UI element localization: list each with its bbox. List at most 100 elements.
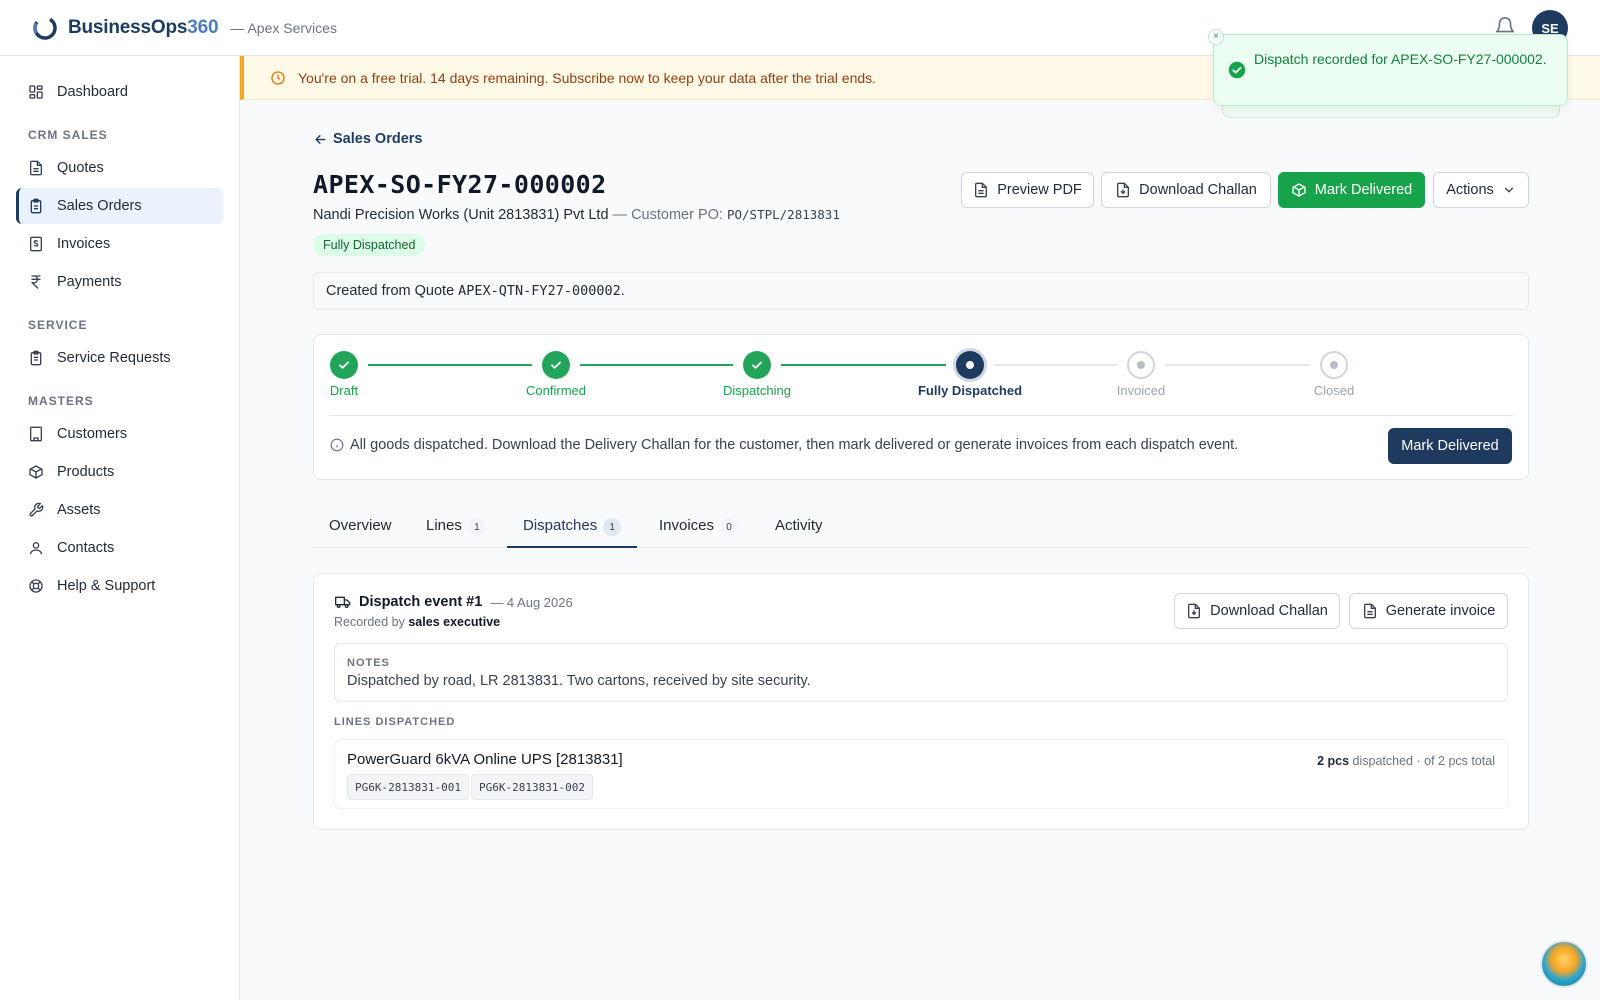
stepper-mark-delivered-button[interactable]: Mark Delivered — [1388, 428, 1512, 464]
stepper-connector — [1165, 364, 1310, 366]
tab-count-badge: 1 — [603, 518, 622, 536]
step-indicator-closed — [1320, 351, 1348, 379]
sidebar-item-label: Contacts — [57, 540, 115, 556]
truck-icon — [335, 596, 351, 608]
customer-po-number: PO/STPL/2813831 — [726, 207, 840, 222]
step-indicator-confirmed — [542, 351, 570, 379]
customer-name[interactable]: Nandi Precision Works (Unit 2813831) Pvt… — [313, 207, 609, 223]
stepper-connector — [781, 364, 946, 366]
sidebar-item-label: Customers — [57, 426, 128, 442]
stepper-connector — [580, 364, 733, 366]
download-challan-button[interactable]: Download Challan — [1101, 172, 1271, 208]
user-icon — [30, 542, 42, 555]
clock-icon — [271, 70, 285, 85]
sidebar-item-payments[interactable]: Payments — [16, 264, 223, 300]
back-to-sales-orders-link[interactable]: Sales Orders — [313, 131, 422, 147]
sidebar-item-invoices[interactable]: Invoices — [16, 226, 223, 262]
dispatch-event-date: — 4 Aug 2026 — [490, 594, 573, 610]
preview-pdf-button[interactable]: Preview PDF — [961, 172, 1094, 208]
dispatch-event-title: Dispatch event #1 — [359, 594, 483, 610]
stepper-info: All goods dispatched. Download the Deliv… — [330, 437, 1238, 453]
wrench-icon — [29, 502, 44, 517]
line-product-name: PowerGuard 6kVA Online UPS [2813831] — [347, 751, 623, 768]
document-icon — [30, 160, 42, 176]
toast-message: Dispatch recorded for APEX-SO-FY27-00000… — [1254, 51, 1547, 67]
sidebar-item-label: Sales Orders — [57, 198, 142, 214]
step-label: Closed — [1313, 383, 1355, 398]
source-quote-number[interactable]: APEX-QTN-FY27-000002 — [458, 283, 621, 299]
button-label: Mark Delivered — [1314, 182, 1413, 198]
sidebar-item-help[interactable]: Help & Support — [16, 568, 223, 604]
lifebuoy-icon — [29, 579, 43, 593]
actions-dropdown[interactable]: Actions — [1433, 172, 1529, 208]
button-label: Actions — [1446, 182, 1494, 198]
sidebar-item-sales-orders[interactable]: Sales Orders — [16, 188, 223, 224]
chevron-down-icon — [1504, 187, 1513, 193]
quote-origin-note: Created from Quote APEX-QTN-FY27-000002. — [313, 272, 1529, 310]
sidebar-item-quotes[interactable]: Quotes — [16, 150, 223, 186]
tab-count-badge: 0 — [720, 518, 739, 536]
sidebar-item-label: Dashboard — [57, 84, 128, 100]
tab-label: Overview — [329, 517, 392, 534]
toast-close-button[interactable]: × — [1208, 29, 1224, 45]
dispatch-download-challan-button[interactable]: Download Challan — [1174, 593, 1340, 629]
arrow-left-icon — [315, 134, 326, 144]
notes-label: NOTES — [347, 657, 390, 669]
status-badge: Fully Dispatched — [313, 234, 426, 256]
sidebar-item-products[interactable]: Products — [16, 454, 223, 490]
dispatch-recorded-by: Recorded by sales executive — [334, 615, 500, 629]
sidebar-item-label: Invoices — [57, 236, 111, 252]
assistant-launcher-icon[interactable] — [1540, 940, 1588, 988]
tab-label: Activity — [775, 517, 823, 534]
clipboard-list-icon — [30, 350, 42, 366]
origin-prefix: Created from Quote — [326, 283, 455, 299]
page-title: APEX-SO-FY27-000002 — [313, 170, 607, 199]
info-icon — [330, 438, 344, 452]
tab-activity[interactable]: Activity — [775, 512, 823, 548]
sidebar: Dashboard CRM SALES Quotes Sales Orders … — [0, 56, 240, 1000]
generate-invoice-button[interactable]: Generate invoice — [1349, 593, 1508, 629]
tab-label: Lines — [426, 517, 462, 534]
button-label: Download Challan — [1210, 603, 1328, 619]
step-label: Fully Dispatched — [917, 383, 1023, 398]
qty-dispatched: 2 pcs — [1317, 754, 1350, 768]
button-label: Generate invoice — [1385, 603, 1496, 619]
step-indicator-draft — [330, 351, 358, 379]
nav-section-crm: CRM SALES — [28, 128, 108, 142]
serial-number-tag: PG6K-2813831-002 — [471, 774, 593, 800]
qty-total: · of 2 pcs total — [1413, 754, 1495, 768]
step-dot — [1330, 361, 1338, 369]
tab-label: Invoices — [659, 517, 715, 534]
sidebar-item-contacts[interactable]: Contacts — [16, 530, 223, 566]
serial-number-tag: PG6K-2813831-001 — [347, 774, 469, 800]
sidebar-item-label: Quotes — [57, 160, 104, 176]
check-icon — [752, 361, 762, 369]
qty-dispatched-label: dispatched — [1349, 754, 1414, 768]
sidebar-item-customers[interactable]: Customers — [16, 416, 223, 452]
step-dot — [966, 361, 974, 369]
tab-invoices[interactable]: Invoices 0 — [659, 512, 739, 548]
status-stepper-card — [313, 334, 1529, 480]
tab-overview[interactable]: Overview — [329, 512, 392, 548]
dispatched-line-item: PowerGuard 6kVA Online UPS [2813831] 2 p… — [334, 739, 1508, 809]
step-indicator-invoiced — [1127, 351, 1155, 379]
mark-delivered-button[interactable]: Mark Delivered — [1278, 172, 1425, 208]
sidebar-item-assets[interactable]: Assets — [16, 492, 223, 528]
order-tabs: Overview Lines 1 Dispatches 1 Invoices 0 Ac… — [313, 512, 1529, 548]
brand-name[interactable]: BusinessOps360 — [68, 17, 219, 39]
tab-count-badge: 1 — [467, 518, 486, 536]
sidebar-item-service-requests[interactable]: Service Requests — [16, 340, 223, 376]
sidebar-item-dashboard[interactable]: Dashboard — [16, 74, 223, 110]
rupee-icon — [31, 275, 41, 289]
recorded-by-label: Recorded by — [334, 615, 409, 629]
tab-label: Dispatches — [523, 517, 598, 534]
check-icon — [551, 361, 561, 369]
sidebar-item-label: Service Requests — [57, 350, 171, 366]
tab-lines[interactable]: Lines 1 — [426, 512, 486, 548]
org-name: — Apex Services — [230, 19, 337, 36]
trial-banner-text: You're on a free trial. 14 days remainin… — [298, 69, 877, 86]
step-label: Draft — [329, 383, 359, 398]
tab-dispatches[interactable]: Dispatches 1 — [507, 512, 638, 548]
document-icon — [1363, 603, 1376, 619]
button-label: Download Challan — [1139, 182, 1257, 198]
